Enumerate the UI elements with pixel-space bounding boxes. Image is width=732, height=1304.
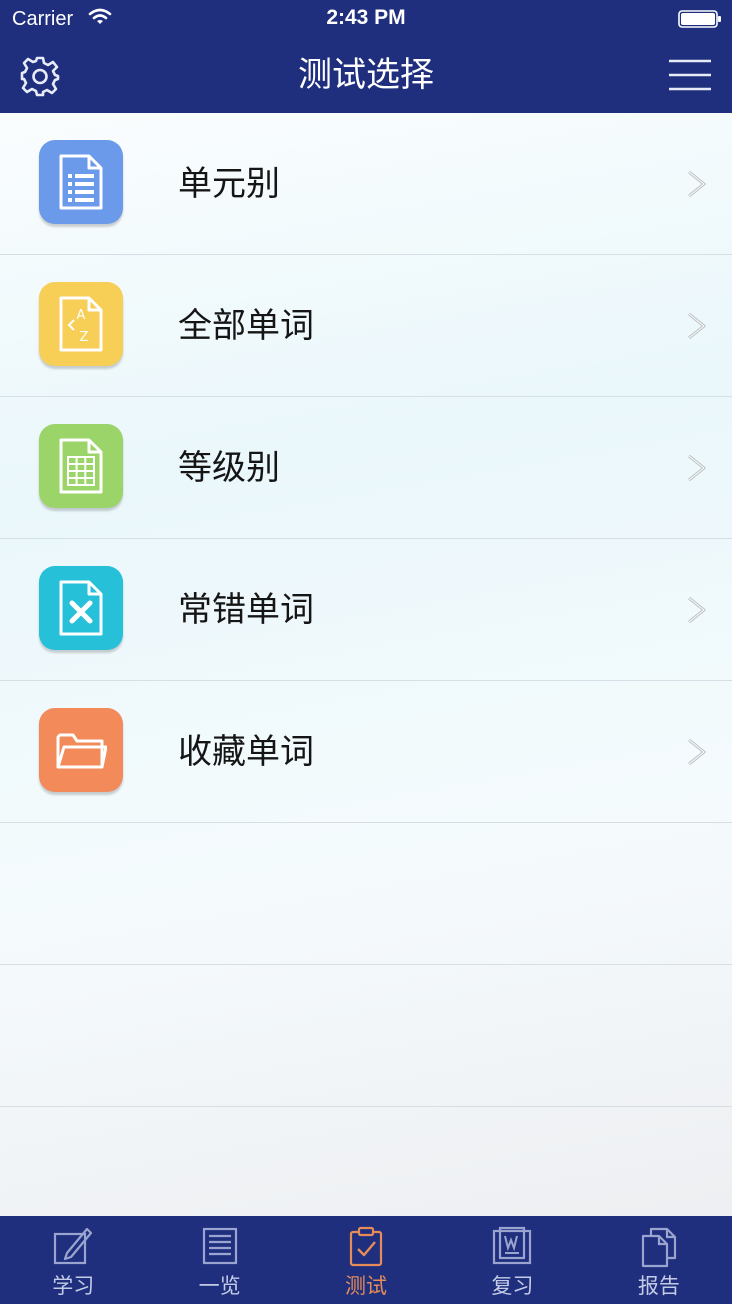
report-pages-icon [639,1226,679,1272]
status-time: 2:43 PM [326,6,406,29]
battery-full-icon [678,10,722,32]
chevron-right-icon [686,311,708,345]
tab-test[interactable]: 测试 [293,1216,439,1304]
list-item-label: 等级别 [178,448,280,488]
chevron-right-icon [686,595,708,629]
tab-study[interactable]: 学习 [0,1216,146,1304]
chevron-right-icon [686,737,708,771]
folder-icon [39,708,123,792]
list-document-icon [200,1226,240,1270]
az-document-icon: A Z [39,282,123,366]
tab-report[interactable]: 报告 [586,1216,732,1304]
grid-document-icon [39,424,123,508]
chevron-right-icon [686,453,708,487]
tab-bar: 学习 一览 测试 复习 报告 [0,1216,732,1304]
tab-label: 复习 [491,1274,534,1298]
tab-label: 测试 [345,1274,388,1298]
error-document-icon [39,566,123,650]
page-title: 测试选择 [298,55,434,95]
top-bar: Carrier 2:43 PM 测试选择 [0,0,732,113]
tab-label: 学习 [52,1274,95,1298]
empty-row [0,965,732,1107]
test-selection-screen: Carrier 2:43 PM 测试选择 单元别 A Z 全部单词 等级别 常错… [0,0,732,1304]
list-item-unit[interactable]: 单元别 [0,113,732,255]
list-item-label: 收藏单词 [178,732,314,772]
list-item-all-words[interactable]: A Z 全部单词 [0,255,732,397]
menu-button[interactable] [668,58,712,92]
list-item-frequent-errors[interactable]: 常错单词 [0,539,732,681]
book-review-icon [491,1226,533,1270]
tab-label: 一览 [198,1274,241,1298]
test-option-list: 单元别 A Z 全部单词 等级别 常错单词 收藏单词 [0,113,732,1107]
list-item-level[interactable]: 等级别 [0,397,732,539]
list-item-label: 单元别 [178,164,280,204]
list-item-label: 全部单词 [178,306,314,346]
empty-row [0,823,732,965]
az-letter-a: A [77,308,86,323]
chevron-right-icon [686,169,708,203]
az-letter-z: Z [80,330,89,345]
clipboard-check-icon [346,1226,386,1272]
hamburger-menu-icon [668,59,712,96]
tab-label: 报告 [637,1274,680,1298]
tab-review[interactable]: 复习 [439,1216,585,1304]
document-list-icon [39,140,123,224]
tab-overview[interactable]: 一览 [146,1216,292,1304]
pencil-note-icon [52,1226,94,1270]
list-item-label: 常错单词 [178,590,314,630]
list-item-favorites[interactable]: 收藏单词 [0,681,732,823]
